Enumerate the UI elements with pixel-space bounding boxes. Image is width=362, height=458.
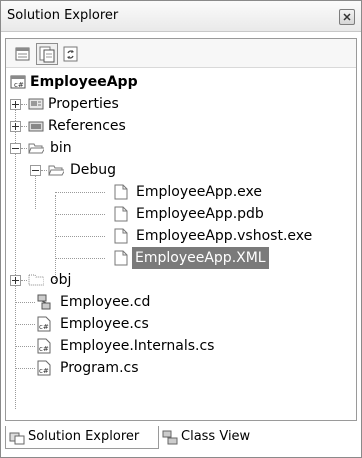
solution-explorer-window: Solution Explorer c# EmployeeApp Propert… <box>0 0 362 458</box>
file-label: Employee.cd <box>60 294 151 310</box>
solution-tree: c# EmployeeApp Properties References bin… <box>6 71 356 416</box>
tree-connector <box>41 170 47 171</box>
file-icon <box>114 184 128 200</box>
properties-icon <box>15 47 30 61</box>
file-label: Program.cs <box>60 360 139 376</box>
file-label: Employee.cs <box>60 316 149 332</box>
file-label: EmployeeApp.pdb <box>136 206 264 222</box>
open-folder-icon <box>48 165 64 176</box>
file-icon <box>114 228 128 244</box>
tree-connector <box>15 302 35 303</box>
tree-item-exe[interactable]: EmployeeApp.exe <box>6 181 346 203</box>
tree-item-employee-cd[interactable]: Employee.cd <box>6 291 346 313</box>
tree-connector <box>15 346 35 347</box>
tree-item-employee-internals[interactable]: c# Employee.Internals.cs <box>6 335 346 357</box>
close-icon <box>343 13 351 21</box>
svg-text:c#: c# <box>14 81 24 89</box>
window-title: Solution Explorer <box>7 8 119 23</box>
class-view-icon <box>162 430 178 445</box>
tree-connector <box>15 368 35 369</box>
tree-item-bin[interactable]: bin <box>6 137 346 159</box>
svg-text:c#: c# <box>39 367 49 375</box>
file-label: Employee.Internals.cs <box>60 338 215 354</box>
selected-file-label: EmployeeApp.XML <box>132 247 269 269</box>
class-diagram-icon <box>37 294 51 310</box>
open-folder-icon <box>28 143 44 154</box>
tree-item-xml[interactable]: EmployeeApp.XML <box>6 247 346 269</box>
tab-class-view[interactable]: Class View <box>159 426 269 448</box>
expand-plus-icon[interactable] <box>10 275 21 286</box>
solution-explorer-icon <box>9 432 25 445</box>
tab-label: Class View <box>181 429 251 444</box>
tree-connector <box>21 148 27 149</box>
tree-item-project[interactable]: c# EmployeeApp <box>6 71 346 93</box>
title-bar: Solution Explorer <box>1 1 361 32</box>
tree-item-employee-cs[interactable]: c# Employee.cs <box>6 313 346 335</box>
properties-button[interactable] <box>12 43 34 65</box>
tree-connector <box>21 280 27 281</box>
tree-connector <box>21 126 27 127</box>
tree-item-references[interactable]: References <box>6 115 346 137</box>
refresh-icon <box>63 46 78 62</box>
tree-connector <box>55 192 105 193</box>
debug-label: Debug <box>70 162 117 178</box>
folder-icon <box>28 274 44 286</box>
tree-connector <box>55 258 105 259</box>
csharp-file-icon: c# <box>37 316 51 332</box>
file-label: EmployeeApp.exe <box>136 184 262 200</box>
file-icon <box>114 250 128 266</box>
properties-label: Properties <box>48 96 119 112</box>
tree-item-properties[interactable]: Properties <box>6 93 346 115</box>
collapse-minus-icon[interactable] <box>30 165 41 176</box>
obj-label: obj <box>50 272 72 288</box>
close-button[interactable] <box>339 9 355 25</box>
collapse-minus-icon[interactable] <box>10 143 21 154</box>
show-all-files-button[interactable] <box>36 43 58 65</box>
tree-connector <box>55 236 105 237</box>
project-name: EmployeeApp <box>30 74 138 90</box>
bin-label: bin <box>50 140 72 156</box>
references-icon <box>28 121 44 132</box>
expand-plus-icon[interactable] <box>10 121 21 132</box>
svg-text:c#: c# <box>39 345 49 353</box>
tree-connector <box>55 214 105 215</box>
csharp-project-icon: c# <box>10 75 26 89</box>
tree-connector <box>21 104 27 105</box>
bottom-tabs: Solution Explorer Class View <box>5 426 355 450</box>
tree-item-debug[interactable]: Debug <box>6 159 346 181</box>
references-label: References <box>48 118 126 134</box>
toolbar <box>6 39 356 68</box>
file-label: EmployeeApp.vshost.exe <box>136 228 313 244</box>
file-icon <box>114 206 128 222</box>
refresh-button[interactable] <box>60 43 82 65</box>
tree-item-pdb[interactable]: EmployeeApp.pdb <box>6 203 346 225</box>
csharp-file-icon: c# <box>37 338 51 354</box>
tree-item-obj[interactable]: obj <box>6 269 346 291</box>
csharp-file-icon: c# <box>37 360 51 376</box>
tree-item-vshost[interactable]: EmployeeApp.vshost.exe <box>6 225 346 247</box>
tab-label: Solution Explorer <box>28 429 140 444</box>
expand-plus-icon[interactable] <box>10 99 21 110</box>
tree-connector <box>15 324 35 325</box>
tree-item-program[interactable]: c# Program.cs <box>6 357 346 379</box>
explorer-pane: c# EmployeeApp Properties References bin… <box>5 38 357 421</box>
tab-solution-explorer[interactable]: Solution Explorer <box>5 426 159 449</box>
properties-folder-icon <box>28 98 44 110</box>
show-all-files-icon <box>39 46 55 63</box>
svg-text:c#: c# <box>39 323 49 331</box>
